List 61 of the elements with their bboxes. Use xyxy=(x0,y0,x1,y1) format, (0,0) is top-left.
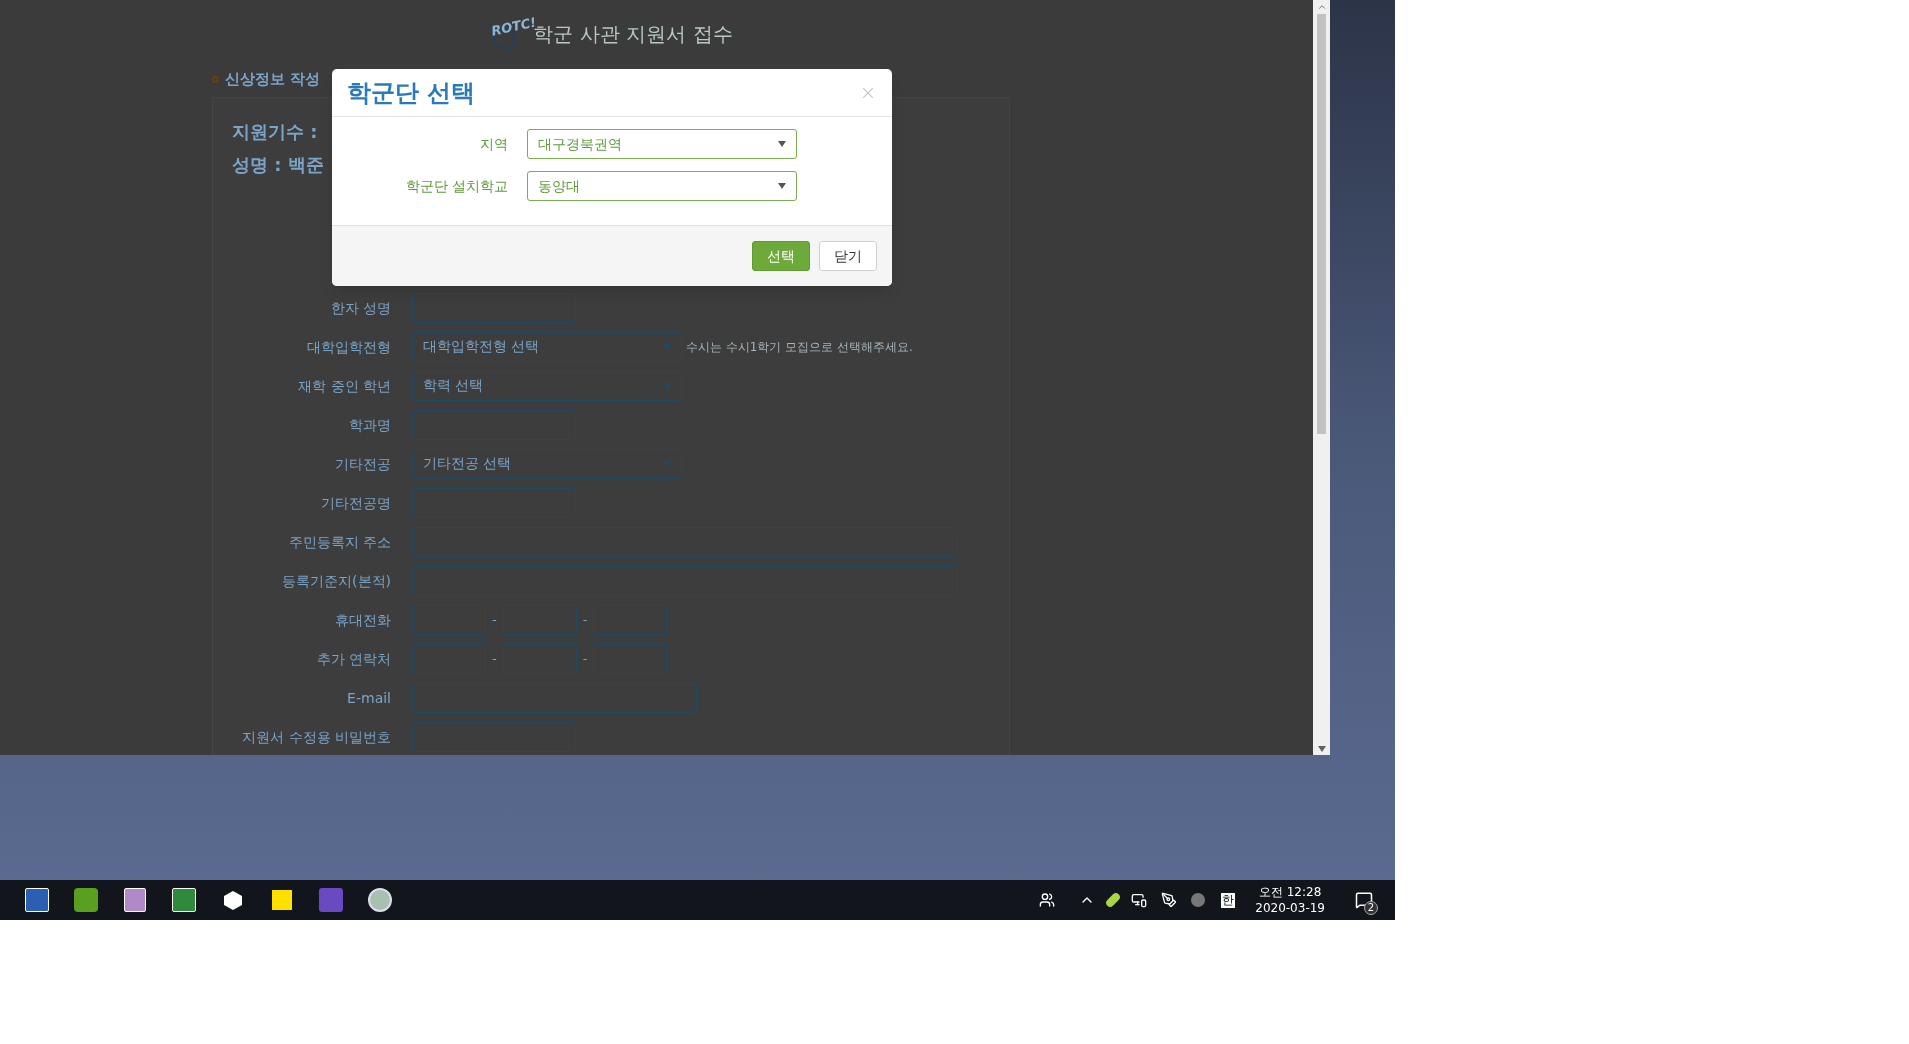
caret-icon xyxy=(778,183,786,189)
input-field[interactable] xyxy=(412,292,576,323)
field-label: E-mail xyxy=(347,689,391,706)
input-field[interactable] xyxy=(502,643,577,674)
caret-icon xyxy=(778,141,786,147)
input-field[interactable] xyxy=(412,526,958,557)
scroll-down-icon[interactable] xyxy=(1317,746,1326,752)
dash-separator: - xyxy=(492,610,497,629)
ime-indicator[interactable]: 한 xyxy=(1221,892,1236,908)
field-label: 학과명 xyxy=(349,416,391,433)
select-field[interactable]: 기타전공 선택 xyxy=(412,448,682,479)
select-field[interactable]: 대구경북권역 xyxy=(527,129,797,159)
close-button[interactable]: 닫기 xyxy=(819,241,877,271)
field-label: 등록기준지(본적) xyxy=(282,572,391,589)
clock[interactable]: 오전 12:28 2020-03-19 xyxy=(1255,884,1325,916)
select-field[interactable]: 학력 선택 xyxy=(412,370,682,401)
page-title: 학군 사관 지원서 접수 xyxy=(533,22,733,48)
caret-icon xyxy=(663,343,671,350)
summary-text: 지원기수 : xyxy=(232,120,318,144)
input-field[interactable] xyxy=(412,487,576,518)
notification-button[interactable]: 2 xyxy=(1349,885,1379,915)
dash-separator: - xyxy=(582,649,588,668)
input-field[interactable] xyxy=(412,409,576,440)
dash-separator: - xyxy=(582,610,588,629)
input-field[interactable] xyxy=(593,643,668,674)
field-label: 휴대전화 xyxy=(335,611,391,628)
input-field[interactable] xyxy=(412,604,486,635)
field-label: 재학 중인 학년 xyxy=(298,377,391,394)
section-title: 신상정보 작성 xyxy=(225,68,321,90)
scroll-up-icon[interactable] xyxy=(1316,2,1327,12)
notification-count: 2 xyxy=(1364,901,1378,915)
select-field[interactable]: 동양대 xyxy=(527,171,797,201)
caret-icon xyxy=(663,382,671,389)
field-label: 한자 성명 xyxy=(330,299,391,316)
input-field[interactable] xyxy=(412,721,576,752)
field-label: 추가 연락처 xyxy=(316,650,391,667)
select-button[interactable]: 선택 xyxy=(752,241,810,271)
input-field[interactable] xyxy=(412,565,958,596)
people-icon[interactable] xyxy=(1039,892,1056,908)
hint-text: 수시는 수시1학기 모집으로 선택해주세요. xyxy=(686,338,913,356)
dialog-title: 학군단 선택 xyxy=(347,77,476,109)
input-field[interactable] xyxy=(412,682,697,713)
field-label: 지원서 수정용 비밀번호 xyxy=(242,728,391,745)
notification-icon xyxy=(1355,891,1373,909)
network-icon[interactable] xyxy=(1131,892,1148,908)
caret-icon xyxy=(663,460,671,467)
input-field[interactable] xyxy=(593,604,668,635)
scrollbar[interactable] xyxy=(1313,0,1330,755)
field-label: 학군단 설치학교 xyxy=(405,178,508,194)
bullet-icon xyxy=(212,75,219,83)
summary-text: 성명 : 백준 xyxy=(232,153,324,177)
field-label: 주민등록지 주소 xyxy=(288,533,391,550)
pen-icon[interactable] xyxy=(1161,892,1178,908)
field-label: 지역 xyxy=(480,136,508,152)
input-field[interactable] xyxy=(412,643,486,674)
select-field[interactable]: 대학입학전형 선택 xyxy=(412,331,682,362)
input-field[interactable] xyxy=(502,604,577,635)
field-label: 기타전공 xyxy=(335,455,391,472)
field-label: 기타전공명 xyxy=(321,494,391,511)
dash-separator: - xyxy=(492,649,497,668)
field-label: 대학입학전형 xyxy=(307,338,391,355)
